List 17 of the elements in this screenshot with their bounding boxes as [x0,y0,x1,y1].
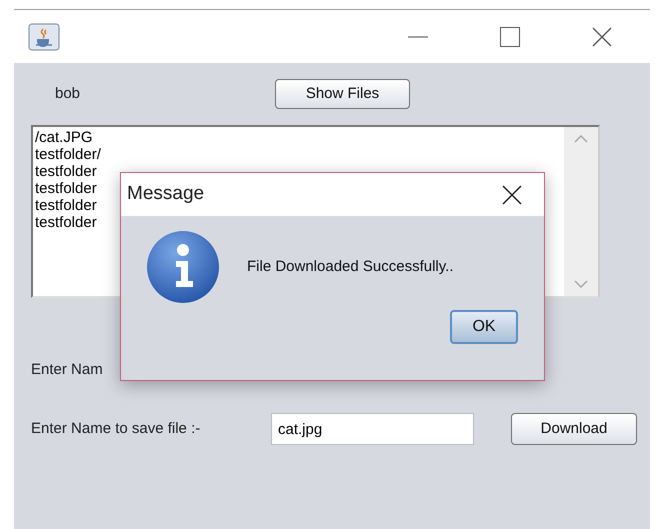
show-files-button[interactable]: Show Files [275,79,410,109]
minimize-icon[interactable] [408,36,428,38]
dialog-title: Message [127,182,206,206]
file-list-item[interactable]: testfolder/ [35,146,564,163]
info-icon [146,230,220,304]
maximize-icon[interactable] [500,26,520,46]
save-name-label: Enter Name to save file :- [31,418,202,439]
download-button[interactable]: Download [511,413,637,445]
save-name-field[interactable]: cat.jpg [271,413,474,445]
user-label: bob [55,84,82,104]
file-list-item[interactable]: /cat.JPG [35,129,564,146]
close-icon[interactable] [502,184,522,204]
name-label: Enter Nam [31,360,103,380]
dialog-message: File Downloaded Successfully.. [247,256,454,277]
close-icon[interactable] [592,26,612,46]
coffee-cup-icon [28,22,60,50]
ok-button[interactable]: OK [450,310,518,344]
